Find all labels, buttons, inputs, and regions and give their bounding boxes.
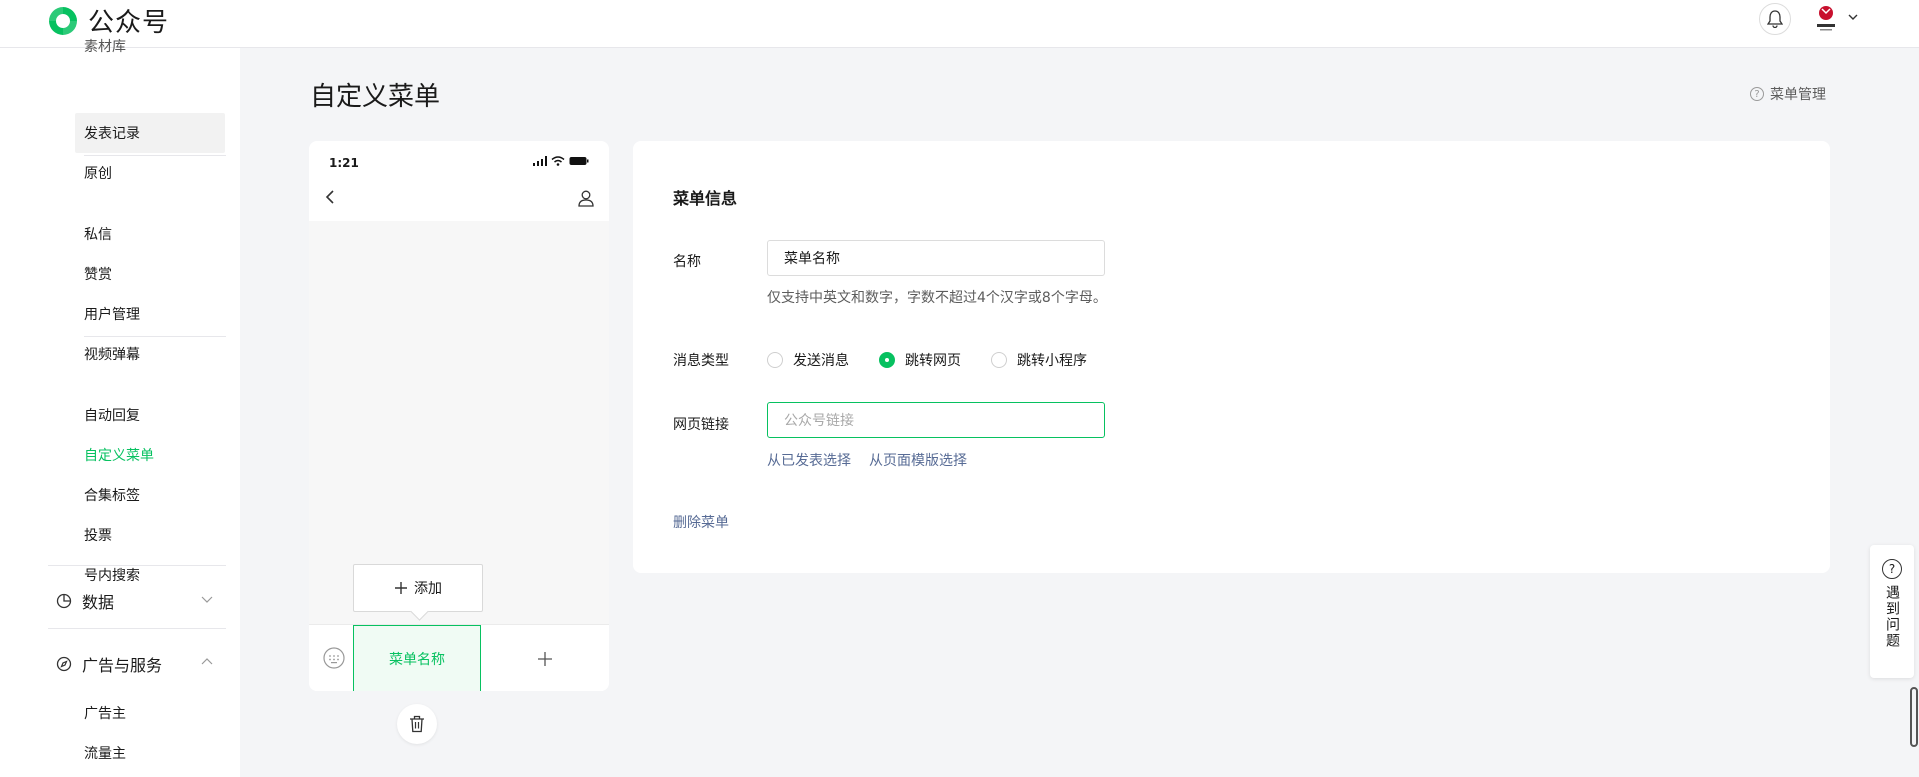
phone-status-bar xyxy=(533,156,589,166)
question-icon: ? xyxy=(1882,559,1902,579)
sidebar-item-collection-tags[interactable]: 合集标签 xyxy=(84,485,140,505)
help-widget[interactable]: ? 遇到问题 xyxy=(1870,545,1914,678)
help-text: 遇到问题 xyxy=(1884,585,1900,649)
plus-icon xyxy=(395,582,407,594)
sidebar-item-advertiser[interactable]: 广告主 xyxy=(84,703,126,723)
sidebar-item-publish-records[interactable]: 发表记录 xyxy=(84,123,140,143)
panel-title: 菜单信息 xyxy=(673,189,738,208)
radio-jump-webpage[interactable]: 跳转网页 xyxy=(879,350,961,370)
divider xyxy=(48,565,226,566)
keyboard-icon[interactable] xyxy=(321,645,347,671)
radio-indicator xyxy=(767,352,783,368)
chevron-up-icon[interactable] xyxy=(200,655,214,669)
divider xyxy=(84,336,226,337)
top-bar: 公众号 xyxy=(0,0,1919,48)
radio-send-message[interactable]: 发送消息 xyxy=(767,350,849,370)
delete-menu-icon-button[interactable] xyxy=(397,704,437,744)
sidebar-group-data[interactable]: 数据 xyxy=(56,589,114,613)
wechat-logo-icon xyxy=(49,6,77,35)
phone-preview: 1:21 添加 菜单名称 xyxy=(309,141,609,691)
sidebar-group-label: 广告与服务 xyxy=(82,656,163,675)
sidebar-item-user-management[interactable]: 用户管理 xyxy=(84,304,140,324)
name-label: 名称 xyxy=(673,254,701,270)
battery-icon xyxy=(569,157,589,165)
sidebar-item-partial[interactable]: 素材库 xyxy=(84,36,126,56)
radio-label: 跳转小程序 xyxy=(1017,353,1087,369)
avatar[interactable] xyxy=(1810,2,1842,34)
radio-label: 跳转网页 xyxy=(905,353,961,369)
sidebar-item-video-danmaku[interactable]: 视频弹幕 xyxy=(84,344,140,364)
back-arrow-icon xyxy=(325,190,334,204)
phone-time: 1:21 xyxy=(329,156,359,170)
sidebar-item-auto-reply[interactable]: 自动回复 xyxy=(84,405,140,425)
sidebar-item-search[interactable]: 号内搜索 xyxy=(84,565,140,585)
chevron-down-icon[interactable] xyxy=(1846,10,1860,24)
menu-name-input[interactable]: 菜单名称 xyxy=(767,240,1105,276)
menu-info-panel: 菜单信息 名称 菜单名称 仅支持中英文和数字，字数不超过4个汉字或8个字母。 消… xyxy=(633,141,1830,573)
menu-item-selected[interactable]: 菜单名称 xyxy=(353,625,481,691)
notification-button[interactable] xyxy=(1759,3,1791,35)
add-submenu-button[interactable]: 添加 xyxy=(353,564,483,612)
select-from-published-link[interactable]: 从已发表选择 xyxy=(767,450,851,470)
select-from-template-link[interactable]: 从页面模版选择 xyxy=(869,450,967,470)
compass-icon xyxy=(56,656,72,672)
sidebar-item-publisher[interactable]: 流量主 xyxy=(84,743,126,763)
question-icon: ? xyxy=(1750,87,1764,101)
avatar-logo-icon xyxy=(1817,6,1835,31)
sidebar-group-label: 数据 xyxy=(82,593,115,612)
url-source-links: 从已发表选择 从页面模版选择 xyxy=(767,450,967,470)
message-type-radio-group: 发送消息 跳转网页 跳转小程序 xyxy=(767,350,1087,370)
menu-management-label: 菜单管理 xyxy=(1770,87,1826,103)
user-icon xyxy=(578,190,594,207)
sidebar-item-original[interactable]: 原创 xyxy=(84,163,112,183)
sidebar-item-custom-menu[interactable]: 自定义菜单 xyxy=(84,445,154,465)
wifi-icon xyxy=(551,156,565,166)
divider xyxy=(48,628,226,629)
url-input[interactable]: 公众号链接 xyxy=(767,402,1105,438)
name-hint: 仅支持中英文和数字，字数不超过4个汉字或8个字母。 xyxy=(767,290,1107,306)
radio-indicator xyxy=(991,352,1007,368)
divider xyxy=(84,155,226,156)
pie-chart-icon xyxy=(56,593,72,609)
menu-bar: 菜单名称 xyxy=(309,624,609,691)
sidebar-group-ads[interactable]: 广告与服务 xyxy=(56,652,162,676)
signal-icon xyxy=(533,156,547,166)
menu-management-link[interactable]: ? 菜单管理 xyxy=(1750,84,1826,104)
sidebar: 素材库 发表记录 原创 私信 赞赏 用户管理 视频弹幕 自动回复 自定义菜单 合… xyxy=(0,39,240,777)
bell-icon xyxy=(1767,10,1783,28)
delete-menu-link[interactable]: 删除菜单 xyxy=(673,512,729,532)
trash-icon xyxy=(410,715,424,733)
logo[interactable]: 公众号 xyxy=(46,2,169,39)
chevron-down-icon[interactable] xyxy=(200,592,214,606)
sidebar-item-rewards[interactable]: 赞赏 xyxy=(84,264,112,284)
sidebar-item-messages[interactable]: 私信 xyxy=(84,224,112,244)
radio-jump-miniprogram[interactable]: 跳转小程序 xyxy=(991,350,1087,370)
radio-indicator-checked xyxy=(879,352,895,368)
sidebar-item-vote[interactable]: 投票 xyxy=(84,525,112,545)
scrollbar[interactable] xyxy=(1910,687,1918,747)
message-type-label: 消息类型 xyxy=(673,353,729,369)
url-label: 网页链接 xyxy=(673,417,729,433)
add-menu-button[interactable] xyxy=(481,625,609,691)
logo-text: 公众号 xyxy=(88,8,170,38)
radio-label: 发送消息 xyxy=(793,353,849,369)
add-label: 添加 xyxy=(414,581,442,597)
page-title: 自定义菜单 xyxy=(310,82,441,112)
plus-icon xyxy=(538,651,552,666)
